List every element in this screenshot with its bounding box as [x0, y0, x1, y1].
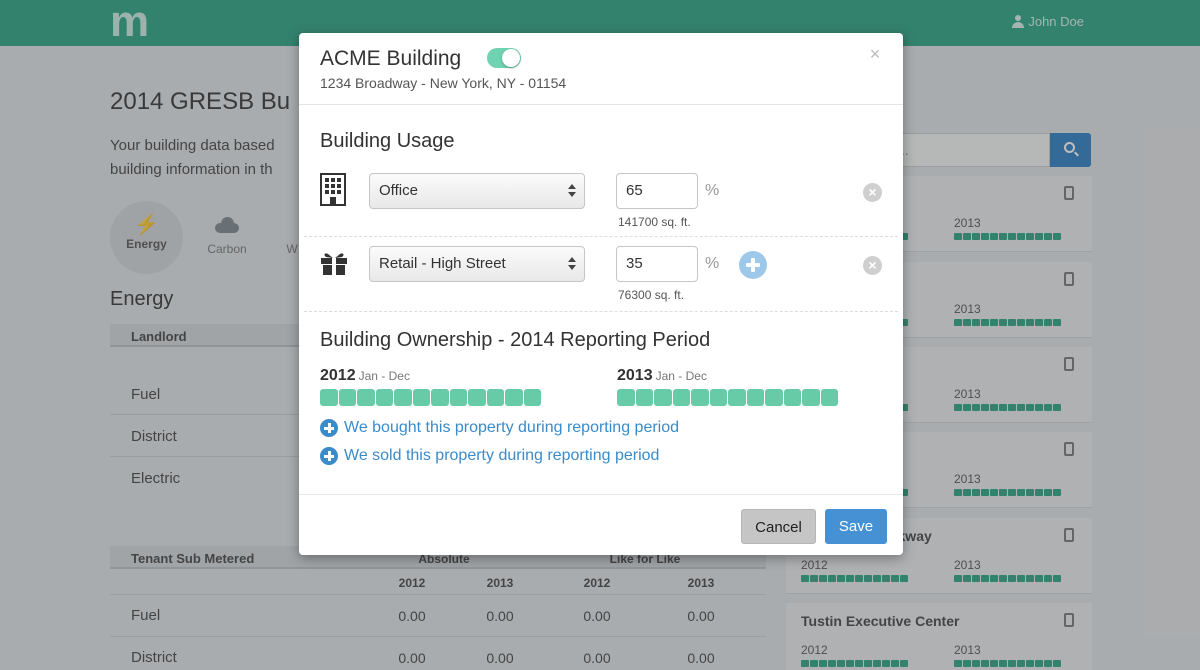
ownership-month-block[interactable] — [431, 389, 449, 406]
usage-type-value: Retail - High Street — [379, 255, 506, 272]
ownership-month-block[interactable] — [486, 389, 504, 406]
period-2013-label: 2013 Jan - Dec — [617, 367, 707, 385]
ownership-month-block[interactable] — [412, 389, 430, 406]
ownership-month-block[interactable] — [468, 389, 486, 406]
ownership-month-block[interactable] — [635, 389, 653, 406]
usage-divider — [304, 311, 898, 312]
cancel-button[interactable]: Cancel — [741, 509, 816, 544]
plus-circle-icon — [320, 447, 338, 465]
ownership-month-block[interactable] — [375, 389, 393, 406]
usage-percent-input[interactable]: 35 — [616, 246, 698, 282]
building-usage-heading: Building Usage — [320, 130, 455, 152]
ownership-month-block[interactable] — [320, 389, 338, 406]
remove-usage-icon[interactable]: × — [863, 256, 882, 275]
period-2012-label: 2012 Jan - Dec — [320, 367, 410, 385]
ownership-months-2012[interactable] — [320, 389, 541, 406]
ownership-month-block[interactable] — [394, 389, 412, 406]
close-icon[interactable]: × — [865, 44, 885, 65]
select-arrows-icon — [568, 257, 576, 271]
period-year: 2013 — [617, 367, 653, 384]
bought-property-link[interactable]: We bought this property during reporting… — [320, 419, 679, 437]
remove-usage-icon[interactable]: × — [863, 183, 882, 202]
ownership-month-block[interactable] — [728, 389, 746, 406]
period-year: 2012 — [320, 367, 356, 384]
select-arrows-icon — [568, 184, 576, 198]
ownership-month-block[interactable] — [709, 389, 727, 406]
percent-sign: % — [705, 182, 720, 199]
ownership-month-block[interactable] — [746, 389, 764, 406]
usage-sqft: 76300 sq. ft. — [618, 288, 685, 302]
sold-link-label: We sold this property during reporting p… — [344, 447, 660, 464]
gift-icon — [321, 253, 347, 275]
usage-sqft: 141700 sq. ft. — [618, 215, 691, 229]
add-usage-icon[interactable] — [739, 251, 767, 279]
usage-divider — [304, 236, 898, 237]
modal-title: ACME Building — [320, 47, 462, 70]
percent-sign: % — [705, 255, 720, 272]
ownership-month-block[interactable] — [523, 389, 541, 406]
save-button[interactable]: Save — [825, 509, 887, 544]
ownership-month-block[interactable] — [820, 389, 838, 406]
building-active-toggle[interactable] — [487, 48, 521, 68]
usage-type-select[interactable]: Retail - High Street — [369, 246, 585, 282]
sold-property-link[interactable]: We sold this property during reporting p… — [320, 447, 659, 465]
usage-type-value: Office — [379, 182, 418, 199]
period-range: Jan - Dec — [358, 369, 410, 383]
ownership-month-block[interactable] — [802, 389, 820, 406]
ownership-month-block[interactable] — [449, 389, 467, 406]
toggle-knob — [502, 49, 520, 67]
plus-circle-icon — [320, 419, 338, 437]
modal-footer: Cancel Save — [299, 494, 903, 555]
period-range: Jan - Dec — [655, 369, 707, 383]
usage-percent-input[interactable]: 65 — [616, 173, 698, 209]
ownership-month-block[interactable] — [338, 389, 356, 406]
ownership-heading: Building Ownership - 2014 Reporting Peri… — [320, 329, 711, 351]
ownership-month-block[interactable] — [765, 389, 783, 406]
modal-header: ACME Building 1234 Broadway - New York, … — [299, 33, 903, 105]
usage-type-select[interactable]: Office — [369, 173, 585, 209]
ownership-month-block[interactable] — [357, 389, 375, 406]
ownership-month-block[interactable] — [505, 389, 523, 406]
building-modal: ACME Building 1234 Broadway - New York, … — [299, 33, 903, 555]
bought-link-label: We bought this property during reporting… — [344, 419, 680, 436]
ownership-month-block[interactable] — [672, 389, 690, 406]
ownership-months-2013[interactable] — [617, 389, 838, 406]
building-address: 1234 Broadway - New York, NY - 01154 — [320, 75, 567, 91]
ownership-month-block[interactable] — [654, 389, 672, 406]
ownership-month-block[interactable] — [691, 389, 709, 406]
ownership-month-block[interactable] — [617, 389, 635, 406]
building-icon — [320, 173, 346, 206]
ownership-month-block[interactable] — [783, 389, 801, 406]
